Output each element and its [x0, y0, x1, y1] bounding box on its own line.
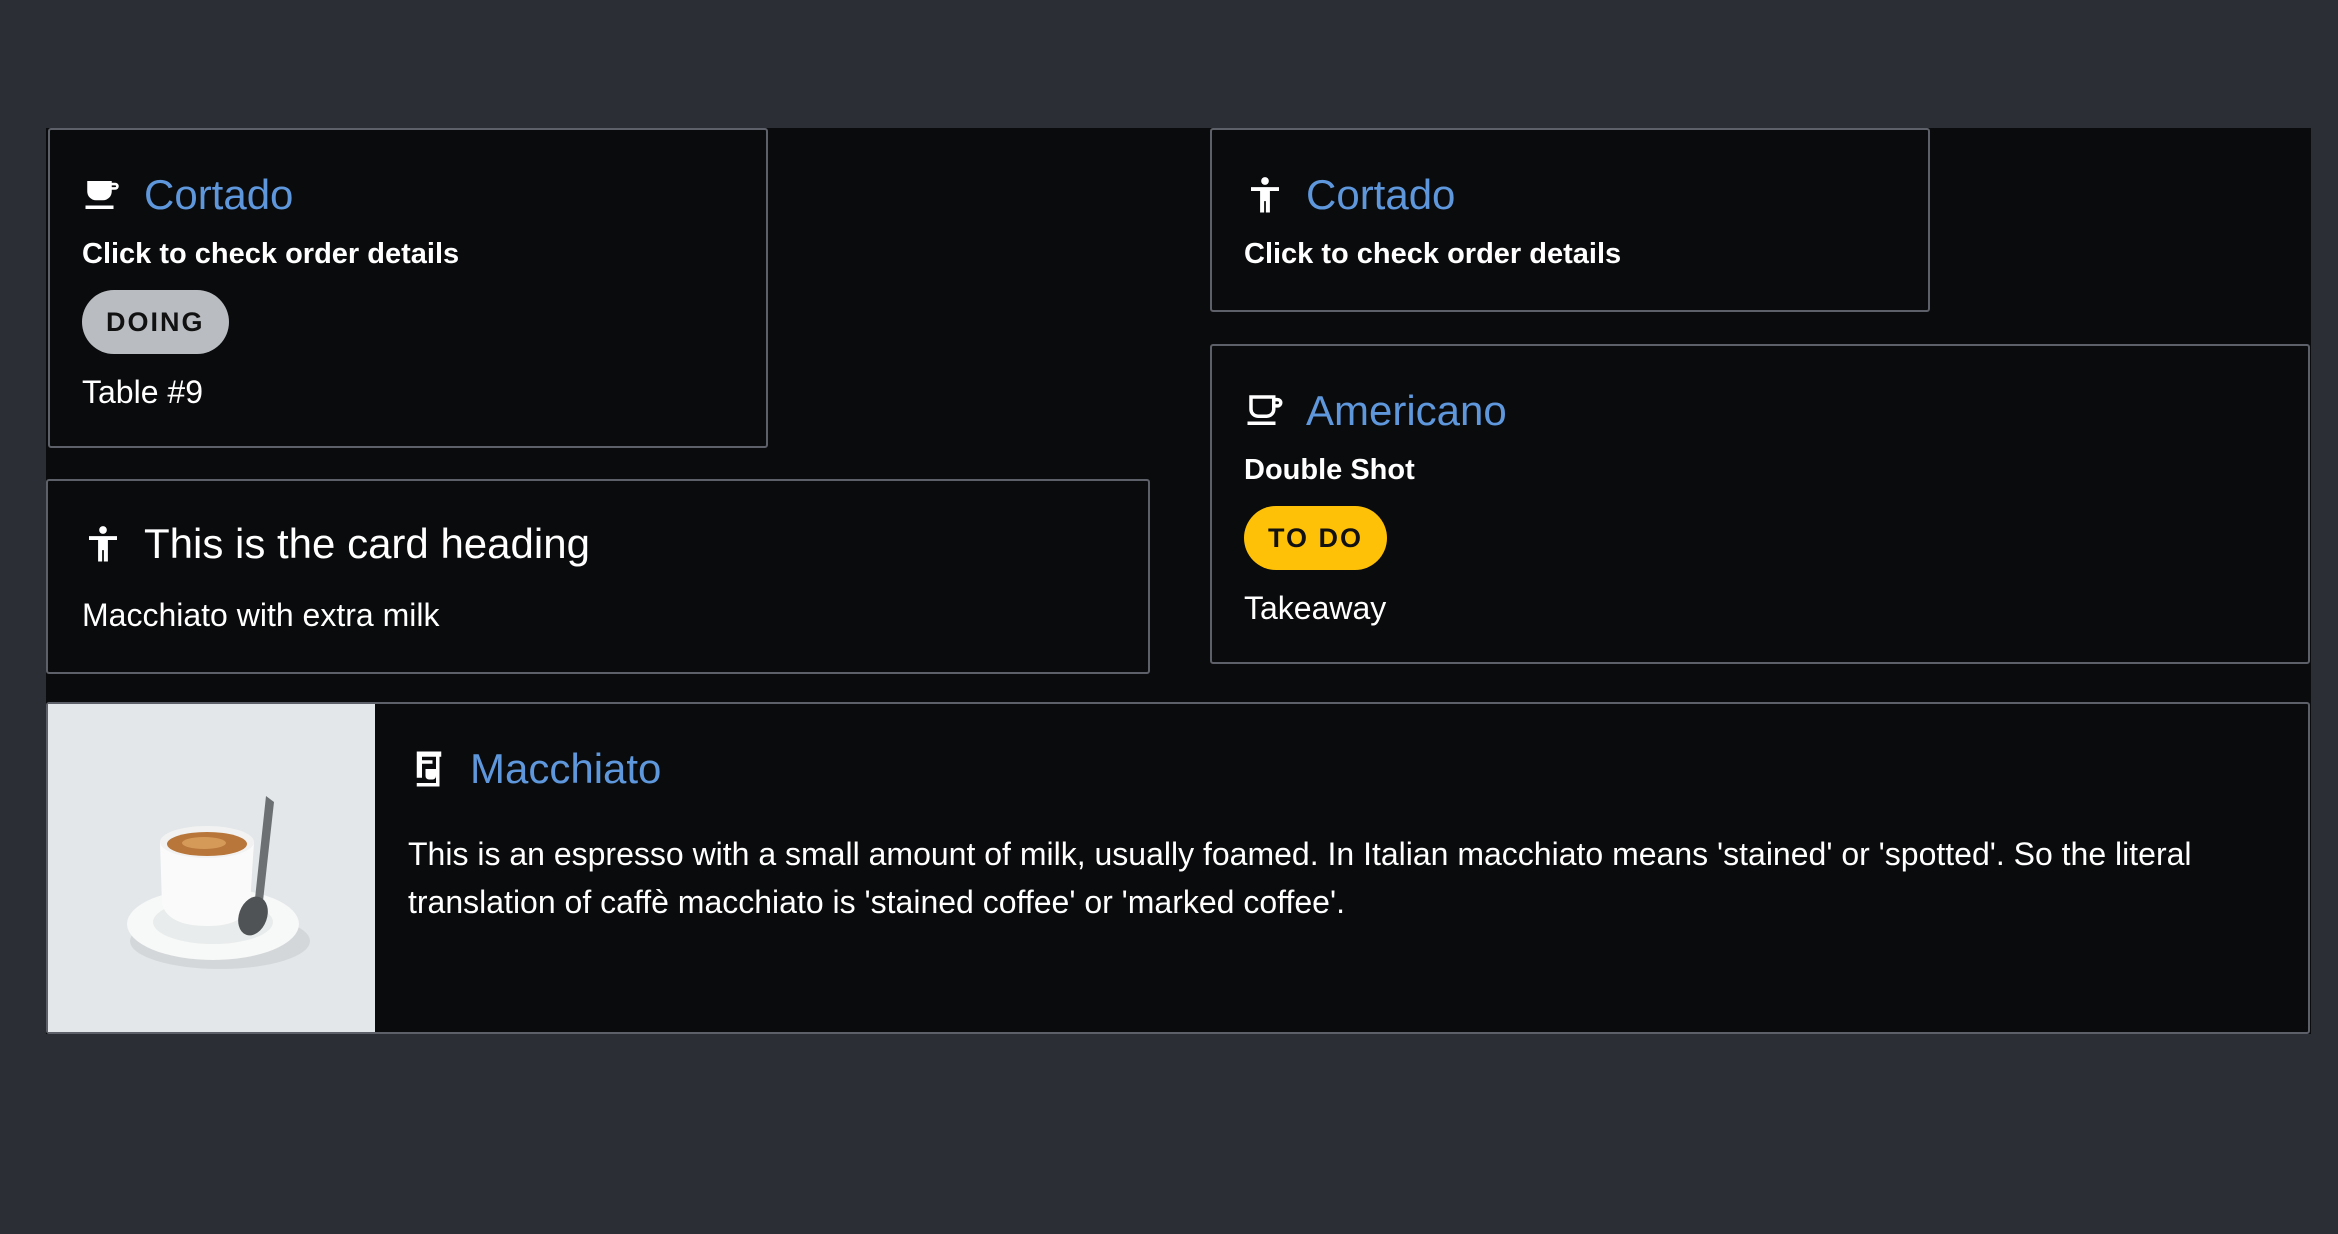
- order-card-cortado[interactable]: Cortado Click to check order details: [1210, 128, 1930, 312]
- order-card-americano[interactable]: Americano Double Shot TO DO Takeaway: [1210, 344, 2310, 664]
- card-footer-text: Table #9: [82, 374, 203, 410]
- coffee-cup-icon: [82, 174, 124, 216]
- product-card-macchiato[interactable]: Macchiato This is an espresso with a sma…: [46, 702, 2310, 1034]
- card-title[interactable]: Macchiato: [470, 744, 661, 794]
- card-subtitle: Click to check order details: [82, 238, 460, 270]
- status-badge: DOING: [82, 290, 229, 354]
- card-subtitle: Click to check order details: [1244, 238, 1622, 270]
- card-title[interactable]: Cortado: [1306, 170, 1455, 220]
- card-description: This is an espresso with a small amount …: [408, 836, 2192, 920]
- espresso-cup-image: [48, 704, 375, 1032]
- order-card-cortado-table9[interactable]: Cortado Click to check order details DOI…: [48, 128, 768, 448]
- accessibility-icon: [1244, 174, 1286, 216]
- accessibility-icon: [82, 523, 124, 565]
- status-badge: TO DO: [1244, 506, 1388, 570]
- card-footer-text: Takeaway: [1244, 590, 1387, 626]
- card-title[interactable]: Cortado: [144, 170, 293, 220]
- card-heading: This is the card heading: [144, 520, 590, 567]
- card-title[interactable]: Americano: [1306, 386, 1507, 436]
- mug-icon: [1244, 390, 1286, 432]
- info-card-heading[interactable]: This is the card heading Macchiato with …: [46, 479, 1150, 674]
- card-subtitle: Double Shot: [1244, 454, 1415, 486]
- coffee-machine-icon: [408, 748, 450, 790]
- card-body-text: Macchiato with extra milk: [82, 597, 440, 633]
- card-board: Cortado Click to check order details DOI…: [46, 128, 2311, 1034]
